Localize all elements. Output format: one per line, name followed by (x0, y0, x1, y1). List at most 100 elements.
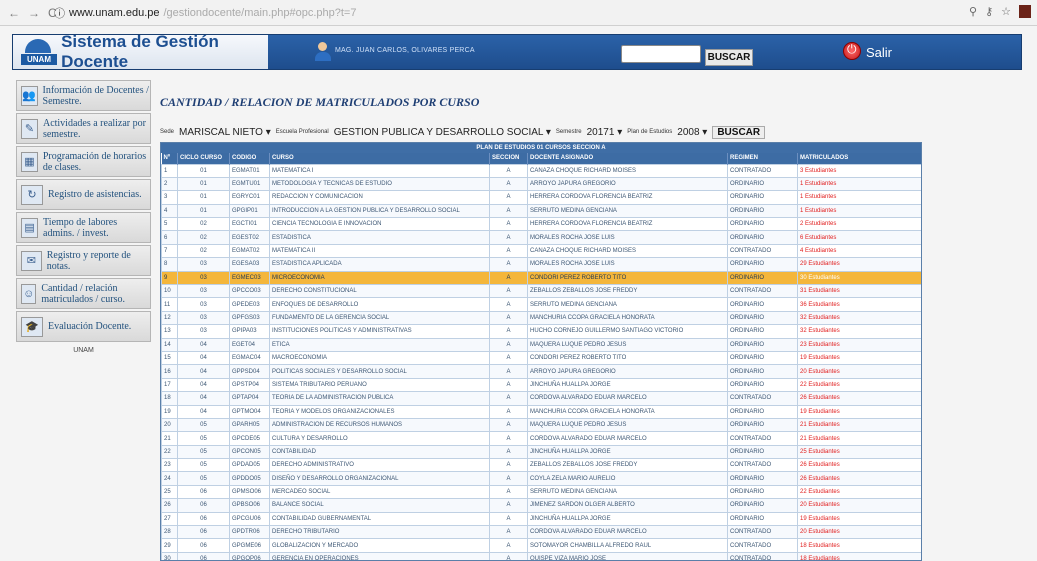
cycle-cell: 02 (177, 230, 230, 245)
enrolled-link[interactable]: 18 Estudiantes (797, 538, 921, 553)
table-row[interactable]: 22 05 GPCON05 CONTABILIDAD A JINCHUÑA HUALLPA… (161, 444, 921, 460)
enrolled-link[interactable]: 31 Estudiantes (797, 284, 921, 299)
address-bar[interactable]: ⓘ www.unam.edu.pe/gestiondocente/main.ph… (54, 5, 356, 21)
enrolled-link[interactable]: 21 Estudiantes (797, 431, 921, 446)
sidebar-item-actividades[interactable]: ✎ Actividades a realizar por semestre. (16, 113, 151, 144)
info-icon[interactable]: ⓘ (54, 5, 65, 21)
sidebar-item-docentes[interactable]: 👥 Información de Docentes / Semestre. (16, 80, 151, 111)
enrolled-link[interactable]: 36 Estudiantes (797, 297, 921, 312)
enrolled-link[interactable]: 20 Estudiantes (797, 364, 921, 379)
enrolled-link[interactable]: 26 Estudiantes (797, 458, 921, 473)
enrolled-link[interactable]: 20 Estudiantes (797, 525, 921, 540)
table-row[interactable]: 5 02 EGCTI01 CIENCIA TECNOLOGIA E INNOVACIO… (161, 217, 921, 232)
table-row[interactable]: 26 06 GPBSO06 BALANCE SOCIAL A JIMENEZ SARDON… (161, 498, 921, 513)
logo-text: UNAM (21, 54, 57, 65)
table-row[interactable]: 17 04 GPSTP04 SISTEMA TRIBUTARIO PERUANO A JI… (161, 377, 921, 393)
enrolled-link[interactable]: 26 Estudiantes (797, 391, 921, 406)
unam-logo: UNAM (19, 37, 57, 67)
enrolled-link[interactable]: 2 Estudiantes (797, 217, 921, 232)
table-row[interactable]: 3 01 EGRYC01 REDACCION Y COMUNICACION A HERRE… (161, 190, 921, 205)
table-row[interactable]: 24 05 GPDDO05 DISEÑO Y DESARROLLO ORGANIZAC… (161, 471, 921, 486)
table-row[interactable]: 18 04 GPTAP04 TEORIA DE LA ADMINISTRACION P… (161, 391, 921, 406)
enrolled-link[interactable]: 20 Estudiantes (797, 498, 921, 513)
sidebar-item-notas[interactable]: ✉ Registro y reporte de notas. (16, 245, 151, 276)
table-row[interactable]: 8 03 EGESA03 ESTADISTICA APLICADA A MORALES R… (161, 257, 921, 272)
enrolled-link[interactable]: 30 Estudiantes (797, 270, 921, 286)
table-row[interactable]: 25 06 GPMSO06 MERCADEO SOCIAL A SERRUTO MEDIN… (161, 484, 921, 500)
header-search-button[interactable]: BUSCAR (705, 49, 753, 66)
search-input[interactable] (621, 45, 701, 63)
escuela-select[interactable]: GESTION PUBLICA Y DESARROLLO SOCIAL ▾ (332, 127, 553, 138)
enrolled-link[interactable]: 4 Estudiantes (797, 243, 921, 259)
page-title: CANTIDAD / RELACION DE MATRICULADOS POR … (160, 95, 480, 109)
row-number: 24 (161, 471, 178, 486)
enrolled-link[interactable]: 18 Estudiantes (797, 551, 921, 560)
enrolled-link[interactable]: 22 Estudiantes (797, 377, 921, 393)
sidebar-item-evaluacion[interactable]: 🎓 Evaluación Docente. (16, 311, 151, 342)
enrolled-link[interactable]: 32 Estudiantes (797, 310, 921, 326)
sidebar-item-label: Registro y reporte de notas. (46, 249, 131, 272)
table-row[interactable]: 23 05 GPDAD05 DERECHO ADMINISTRATIVO A ZEBALL… (161, 458, 921, 473)
table-row[interactable]: 2 01 EGMTU01 METODOLOGIA Y TECNICAS DE ESTU… (161, 176, 921, 192)
semestre-select[interactable]: 20171 ▾ (585, 127, 625, 138)
enrolled-link[interactable]: 25 Estudiantes (797, 444, 921, 460)
table-row[interactable]: 1 01 EGMAT01 MATEMATICA I A CANAZA CHOQUE RIC… (161, 163, 921, 178)
table-row[interactable]: 21 05 GPCDE05 CULTURA Y DESARROLLO A CORDOVA … (161, 431, 921, 446)
sede-label: Sede (160, 129, 175, 135)
sidebar-item-asistencias[interactable]: ↻ Registro de asistencias. (16, 179, 151, 210)
extension-icon[interactable] (1019, 5, 1031, 18)
enrolled-link[interactable]: 23 Estudiantes (797, 337, 921, 352)
logout-link[interactable]: Salir (866, 45, 892, 60)
enrolled-link[interactable]: 1 Estudiantes (797, 176, 921, 192)
star-icon[interactable]: ☆ (1001, 5, 1011, 18)
table-row[interactable]: 19 04 GPTMO04 TEORIA Y MODELOS ORGANIZACION… (161, 404, 921, 419)
zoom-icon[interactable]: ⚲ (969, 5, 977, 18)
enrolled-link[interactable]: 3 Estudiantes (797, 163, 921, 178)
key-icon[interactable]: ⚷ (985, 5, 993, 18)
table-row[interactable]: 14 04 EGET04 ETICA A MAQUERA LUQUE PEDRO JESU… (161, 337, 921, 352)
enrolled-link[interactable]: 21 Estudiantes (797, 417, 921, 433)
table-row[interactable]: 15 04 EGMAC04 MACROECONOMIA A CONDORI PEREZ R… (161, 350, 921, 366)
table-row[interactable]: 7 02 EGMAT02 MATEMATICA II A CANAZA CHOQUE RI… (161, 243, 921, 259)
section-cell: A (489, 190, 528, 205)
back-icon[interactable]: ← (8, 6, 20, 20)
row-number: 14 (161, 337, 178, 352)
course-cell: DERECHO ADMINISTRATIVO (269, 458, 490, 473)
table-row[interactable]: 16 04 GPPSD04 POLITICAS SOCIALES Y DESARROL… (161, 364, 921, 379)
enrolled-link[interactable]: 19 Estudiantes (797, 511, 921, 527)
enrolled-link[interactable]: 32 Estudiantes (797, 324, 921, 339)
regime-cell: ORDINARIO (727, 377, 798, 393)
enrolled-link[interactable]: 26 Estudiantes (797, 471, 921, 486)
table-row[interactable]: 6 02 EGEST02 ESTADISTICA A MORALES ROCHA JOSE… (161, 230, 921, 245)
table-row[interactable]: 20 05 GPARH05 ADMINISTRACION DE RECURSOS HU… (161, 417, 921, 433)
table-row[interactable]: 12 03 GPFGS03 FUNDAMENTO DE LA GERENCIA SOC… (161, 310, 921, 326)
table-row[interactable]: 27 06 GPCGU06 CONTABILIDAD GUBERNAMENTAL A JI… (161, 511, 921, 527)
forward-icon[interactable]: → (28, 6, 40, 20)
enrolled-link[interactable]: 22 Estudiantes (797, 484, 921, 500)
table-row[interactable]: 30 06 GPGOP06 GERENCIA EN OPERACIONES A QUISP… (161, 551, 921, 560)
enrolled-link[interactable]: 19 Estudiantes (797, 404, 921, 419)
sede-select[interactable]: MARISCAL NIETO ▾ (177, 127, 273, 138)
table-row[interactable]: 10 03 GPCCO03 DERECHO CONSTITUCIONAL A ZEBALL… (161, 284, 921, 299)
code-cell: GPDDO05 (229, 471, 270, 486)
table-row[interactable]: 11 03 GPEDE03 ENFOQUES DE DESARROLLO A SERRUT… (161, 297, 921, 312)
table-row[interactable]: 4 01 GPGIP01 INTRODUCCION A LA GESTION PUBL… (161, 203, 921, 219)
sidebar-item-horarios[interactable]: ▦ Programación de horarios de clases. (16, 146, 151, 177)
regime-cell: ORDINARIO (727, 498, 798, 513)
enrolled-link[interactable]: 6 Estudiantes (797, 230, 921, 245)
table-row[interactable]: 13 03 GPIPA03 INSTITUCIONES POLITICAS Y ADM… (161, 324, 921, 339)
enrolled-link[interactable]: 1 Estudiantes (797, 190, 921, 205)
sidebar-item-matriculados[interactable]: ☺ Cantidad / relación matriculados / curs… (16, 278, 151, 309)
enrolled-link[interactable]: 29 Estudiantes (797, 257, 921, 272)
enrolled-link[interactable]: 19 Estudiantes (797, 350, 921, 366)
table-row[interactable]: 29 06 GPGME06 GLOBALIZACION Y MERCADO A SOTOM… (161, 538, 921, 553)
logo-wing (25, 39, 51, 53)
enrolled-link[interactable]: 1 Estudiantes (797, 203, 921, 219)
filter-search-button[interactable]: BUSCAR (712, 125, 766, 139)
power-icon[interactable] (843, 42, 861, 60)
table-row[interactable]: 28 06 GPDTR06 DERECHO TRIBUTARIO A CORDOVA AL… (161, 525, 921, 540)
table-row[interactable]: 9 03 EGMEC03 MICROECONOMIA A CONDORI PEREZ RO… (161, 270, 921, 286)
plan-select[interactable]: 2008 ▾ (675, 127, 709, 138)
sidebar-item-labores[interactable]: ▤ Tiempo de labores admins. / invest. (16, 212, 151, 243)
row-number: 23 (161, 458, 178, 473)
